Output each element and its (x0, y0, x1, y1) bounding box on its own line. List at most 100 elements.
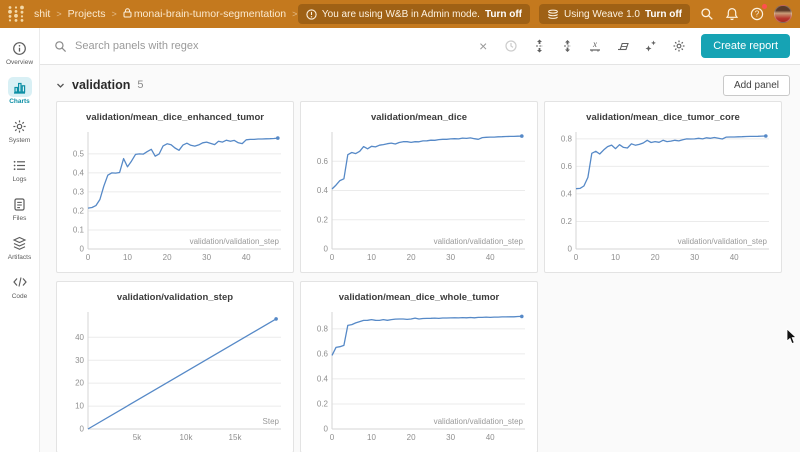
sidebar-item-artifacts[interactable]: Artifacts (0, 233, 40, 261)
chart-panel[interactable]: validation/mean_dice 00.20.40.6010203040… (300, 101, 538, 273)
sidebar-item-code[interactable]: Code (0, 272, 40, 300)
chart-plot[interactable]: 00.10.20.30.40.5010203040validation/vali… (61, 126, 289, 266)
layers-icon (8, 233, 32, 253)
svg-text:40: 40 (486, 253, 495, 262)
chart-plot[interactable]: 00.20.40.60.8010203040validation/validat… (305, 306, 533, 446)
svg-text:0: 0 (574, 253, 579, 262)
chart-panel[interactable]: validation/mean_dice_whole_tumor 00.20.4… (300, 281, 538, 452)
svg-text:0.4: 0.4 (561, 190, 573, 199)
notifications-bell-icon[interactable] (724, 6, 740, 22)
svg-text:10: 10 (367, 433, 376, 442)
svg-text:40: 40 (730, 253, 739, 262)
svg-text:40: 40 (486, 433, 495, 442)
user-avatar[interactable] (774, 5, 792, 23)
svg-text:x: x (592, 39, 597, 49)
breadcrumb-projects[interactable]: Projects (68, 8, 106, 20)
sidebar-label: System (9, 137, 31, 144)
svg-text:Step: Step (263, 417, 280, 426)
svg-text:30: 30 (690, 253, 699, 262)
breadcrumb-separator: > (112, 9, 117, 19)
expand-panels-icon[interactable] (531, 38, 547, 54)
svg-text:0.8: 0.8 (317, 325, 329, 334)
chart-plot[interactable]: 0102030405k10k15kStep (61, 306, 289, 446)
add-panel-button[interactable]: Add panel (723, 75, 790, 96)
wandb-logo-icon[interactable] (6, 5, 26, 23)
create-report-button[interactable]: Create report (701, 34, 790, 58)
navbar-right-group: You are using W&B in Admin mode. Turn of… (298, 4, 792, 24)
notification-dot (762, 4, 767, 9)
svg-text:0.2: 0.2 (317, 400, 329, 409)
svg-text:validation/validation_step: validation/validation_step (678, 237, 768, 246)
admin-mode-banner: You are using W&B in Admin mode. Turn of… (298, 4, 530, 24)
svg-text:0.6: 0.6 (317, 350, 329, 359)
breadcrumb-separator: > (56, 9, 61, 19)
top-navbar: shit > Projects > monai-brain-tumor-segm… (0, 0, 800, 28)
svg-text:0.6: 0.6 (561, 162, 573, 171)
svg-text:20: 20 (407, 253, 416, 262)
svg-text:40: 40 (242, 253, 251, 262)
chart-plot[interactable]: 00.20.40.60.8010203040validation/validat… (549, 126, 777, 266)
breadcrumb-separator: > (292, 9, 297, 19)
svg-text:0.2: 0.2 (317, 215, 329, 224)
help-icon[interactable]: ? (749, 6, 765, 22)
admin-turn-off-button[interactable]: Turn off (485, 9, 522, 20)
search-panels-input[interactable] (75, 40, 463, 52)
svg-text:0.1: 0.1 (73, 226, 85, 235)
clear-search-icon[interactable]: × (475, 38, 491, 54)
svg-text:?: ? (755, 10, 760, 19)
settings-gear-icon[interactable] (671, 38, 687, 54)
admin-banner-text: You are using W&B in Admin mode. (322, 9, 480, 20)
chart-title: validation/mean_dice_enhanced_tumor (57, 110, 293, 126)
svg-text:30: 30 (75, 356, 84, 365)
breadcrumb-entity[interactable]: shit (34, 8, 50, 20)
history-icon[interactable] (503, 38, 519, 54)
svg-text:0.8: 0.8 (561, 135, 573, 144)
info-icon (8, 38, 32, 58)
sidebar-item-logs[interactable]: Logs (0, 155, 40, 183)
code-icon (8, 272, 32, 292)
chart-title: validation/validation_step (57, 290, 293, 306)
list-icon (8, 155, 32, 175)
weave-layers-icon (547, 9, 559, 20)
chart-panel[interactable]: validation/validation_step 0102030405k10… (56, 281, 294, 452)
svg-text:10: 10 (75, 402, 84, 411)
breadcrumb-project[interactable]: monai-brain-tumor-segmentation (123, 8, 286, 20)
panels-toolbar: × x Create report (40, 28, 800, 65)
search-icon[interactable] (699, 6, 715, 22)
sparkle-icon[interactable] (643, 38, 659, 54)
svg-text:10: 10 (123, 253, 132, 262)
svg-text:20: 20 (651, 253, 660, 262)
weave-banner-text: Using Weave 1.0 (564, 9, 640, 20)
breadcrumb: shit > Projects > monai-brain-tumor-segm… (34, 8, 298, 20)
outliers-icon[interactable] (615, 38, 631, 54)
panel-grid: validation/mean_dice_enhanced_tumor 0 0.1… (56, 101, 790, 452)
weave-turn-off-button[interactable]: Turn off (645, 9, 682, 20)
gear-icon (8, 116, 32, 136)
svg-text:validation/validation_step: validation/validation_step (190, 237, 280, 246)
svg-text:0: 0 (324, 245, 329, 254)
sidebar-item-files[interactable]: Files (0, 194, 40, 222)
svg-text:0.6: 0.6 (317, 157, 329, 166)
svg-text:0: 0 (330, 433, 335, 442)
sidebar-item-overview[interactable]: Overview (0, 38, 40, 66)
sidebar-item-charts[interactable]: Charts (0, 77, 40, 105)
svg-text:0.4: 0.4 (317, 186, 329, 195)
section-collapse-chevron-icon[interactable] (56, 81, 65, 90)
panels-content: validation 5 Add panel validation/mean_d… (40, 65, 800, 452)
chart-panel[interactable]: validation/mean_dice_enhanced_tumor 00.1… (56, 101, 294, 273)
sidebar-label: Artifacts (8, 254, 31, 261)
section-title: validation (72, 78, 130, 92)
svg-text:20: 20 (407, 433, 416, 442)
collapse-panels-icon[interactable] (559, 38, 575, 54)
svg-text:validation/validation_step: validation/validation_step (434, 417, 524, 426)
svg-text:0.4: 0.4 (317, 375, 329, 384)
x-axis-settings-icon[interactable]: x (587, 38, 603, 54)
svg-text:10: 10 (611, 253, 620, 262)
alert-circle-icon (306, 9, 317, 20)
chart-panel[interactable]: validation/mean_dice_tumor_core 00.20.40… (544, 101, 782, 273)
chart-title: validation/mean_dice_tumor_core (545, 110, 781, 126)
sidebar-item-system[interactable]: System (0, 116, 40, 144)
chart-plot[interactable]: 00.20.40.6010203040validation/validation… (305, 126, 533, 266)
svg-text:10k: 10k (180, 433, 194, 442)
svg-text:30: 30 (202, 253, 211, 262)
